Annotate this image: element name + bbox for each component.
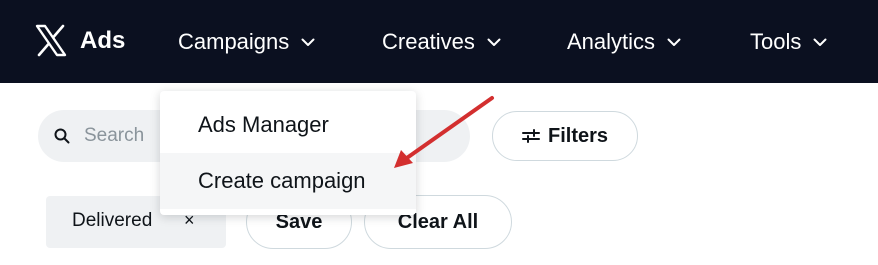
menu-item-ads-manager[interactable]: Ads Manager: [160, 97, 416, 153]
filter-chip-label: Delivered: [72, 210, 153, 231]
top-nav-bar: Ads Campaigns Creatives Analytics Tools: [0, 0, 878, 83]
nav-campaigns-label: Campaigns: [178, 29, 290, 54]
brand[interactable]: Ads: [34, 24, 125, 57]
chevron-down-icon: [655, 38, 681, 47]
chevron-down-icon: [475, 38, 501, 47]
menu-item-create-campaign[interactable]: Create campaign: [160, 153, 416, 209]
nav-tools-label: Tools: [750, 29, 802, 54]
nav-analytics-label: Analytics: [567, 29, 656, 54]
filters-button[interactable]: Filters: [492, 111, 638, 161]
nav-analytics[interactable]: Analytics: [567, 28, 681, 56]
menu-item-label: Ads Manager: [198, 112, 329, 137]
nav-tools[interactable]: Tools: [750, 28, 827, 56]
nav-campaigns[interactable]: Campaigns: [178, 28, 315, 56]
nav-creatives[interactable]: Creatives: [382, 28, 501, 56]
chevron-down-icon: [801, 38, 827, 47]
filters-label: Filters: [547, 124, 609, 147]
x-logo-icon: [34, 24, 68, 57]
menu-item-label: Create campaign: [198, 168, 366, 193]
campaigns-dropdown-menu: Ads Manager Create campaign: [160, 91, 416, 215]
filters-icon: [521, 128, 548, 144]
annotation-arrow: [394, 96, 494, 168]
nav-creatives-label: Creatives: [382, 29, 475, 54]
brand-label: Ads: [80, 26, 126, 54]
chevron-down-icon: [289, 38, 315, 47]
